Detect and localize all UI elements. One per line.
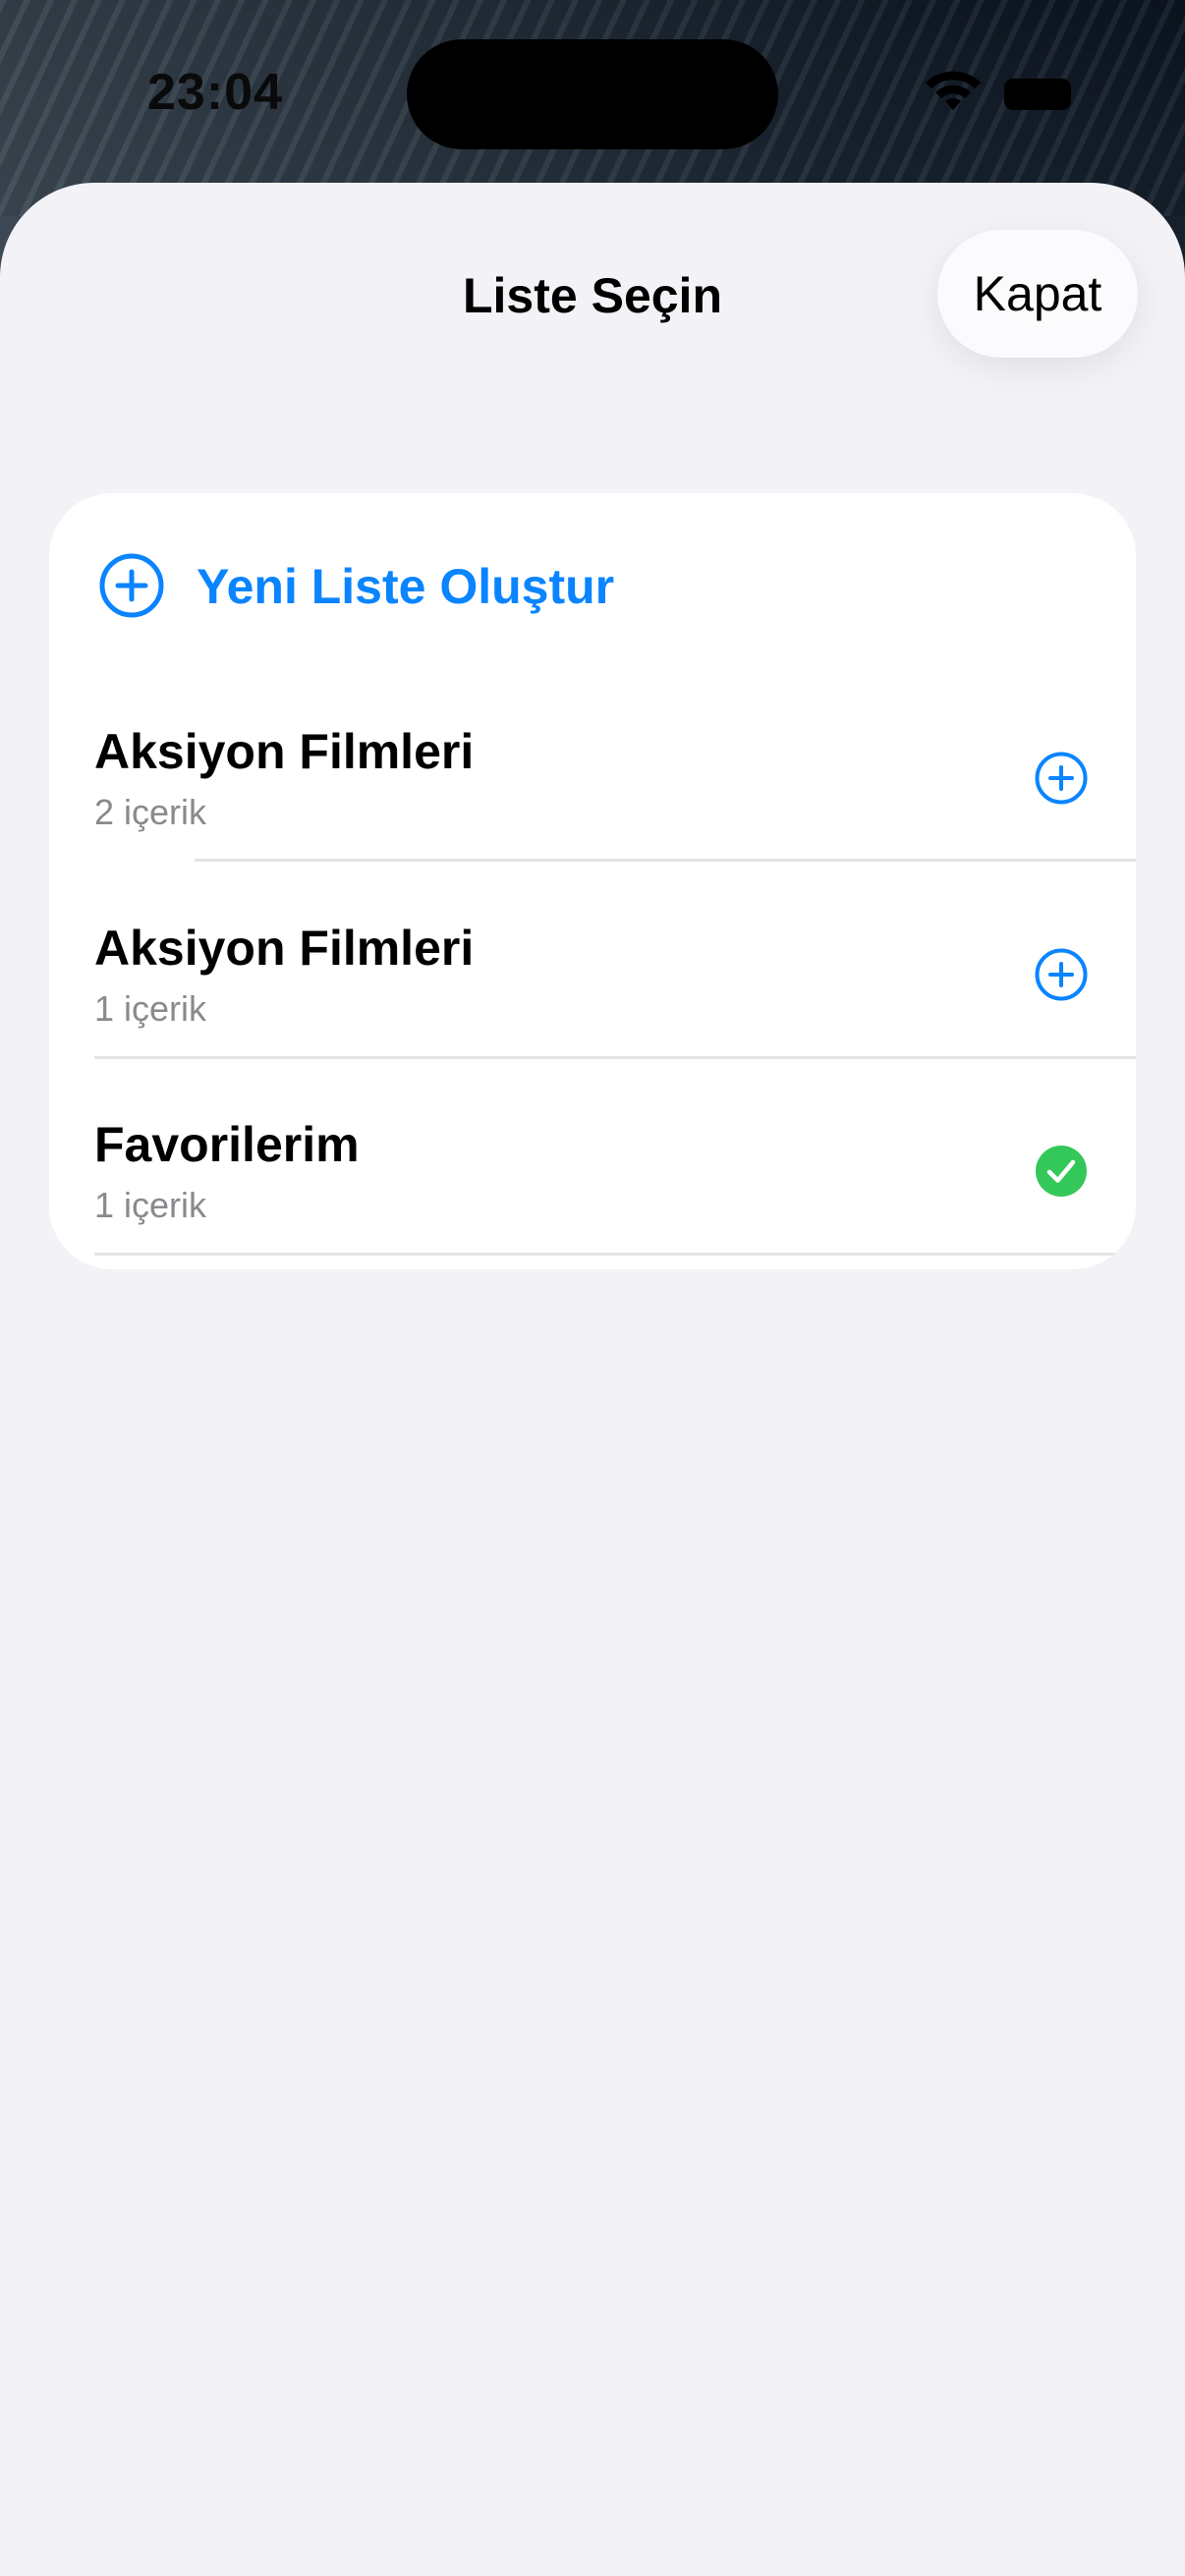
list-item[interactable]: Favorilerim 1 içerik [49,1073,1136,1267]
status-time: 23:04 [147,64,283,121]
plus-circle-icon [99,553,164,618]
status-bar: 23:04 [0,0,1185,187]
close-button[interactable]: Kapat [937,230,1138,358]
list-title: Favorilerim [94,1117,360,1172]
list-item[interactable]: Aksiyon Filmleri 1 içerik [49,876,1136,1071]
list-picker-sheet: Liste Seçin Kapat Yeni Liste Oluştur Aks… [0,183,1185,2576]
checkmark-circle-icon[interactable] [1034,1144,1089,1199]
create-new-list-label: Yeni Liste Oluştur [197,559,615,614]
list-item[interactable]: Aksiyon Filmleri 2 içerik [49,680,1136,874]
list-title: Aksiyon Filmleri [94,724,475,779]
lists-card: Yeni Liste Oluştur Aksiyon Filmleri 2 iç… [49,493,1136,1269]
wifi-icon [926,71,981,110]
plus-circle-icon[interactable] [1034,751,1089,806]
list-item-count: 1 içerik [94,1185,207,1225]
list-title: Aksiyon Filmleri [94,921,475,976]
battery-icon [1004,79,1071,110]
create-new-list-button[interactable]: Yeni Liste Oluştur [49,493,1136,680]
dynamic-island [407,39,778,149]
plus-circle-icon[interactable] [1034,947,1089,1002]
list-item-count: 1 içerik [94,988,207,1029]
list-item-count: 2 içerik [94,792,207,832]
